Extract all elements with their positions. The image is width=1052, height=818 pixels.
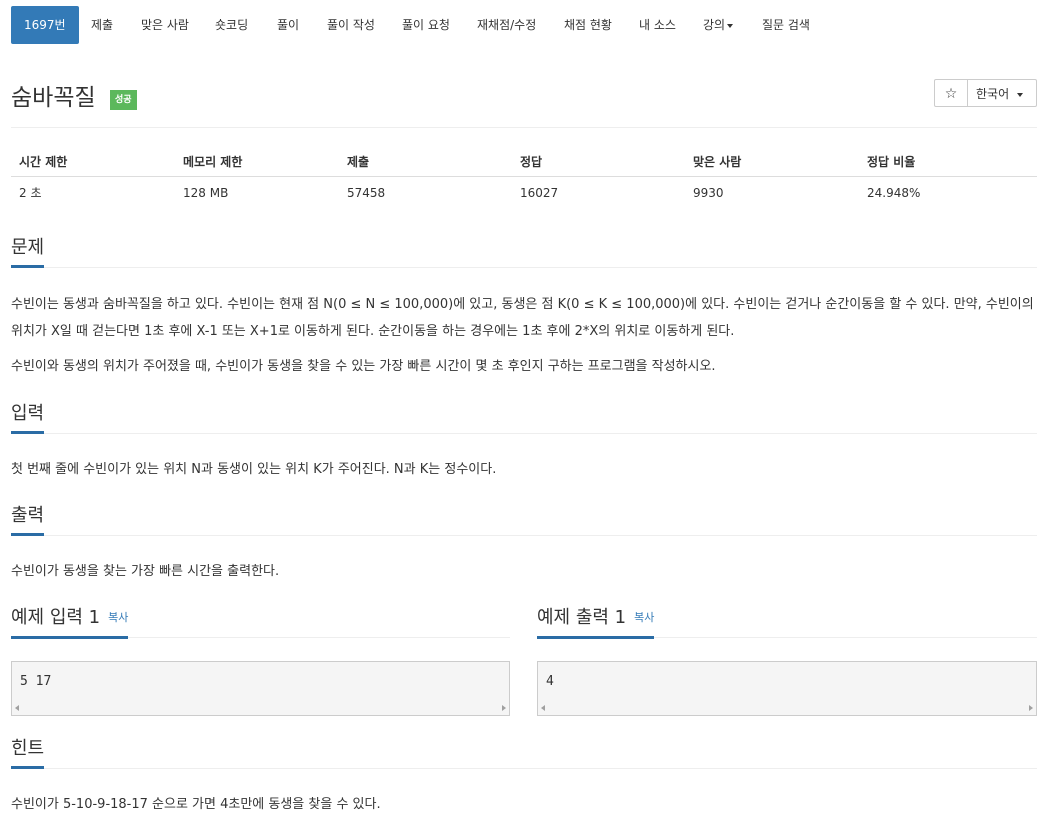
- sample-input-box[interactable]: 5 17: [11, 661, 510, 716]
- nav-write-solution[interactable]: 풀이 작성: [327, 6, 375, 44]
- copy-input-button[interactable]: 복사: [108, 611, 128, 624]
- sample-output-title: 예제 출력 1: [537, 607, 627, 628]
- star-button[interactable]: ☆: [934, 79, 968, 107]
- cell-accepted: 16027: [520, 185, 559, 200]
- hint-heading: 힌트: [11, 738, 45, 769]
- input-heading: 입력: [11, 403, 45, 434]
- nav-problem-number[interactable]: 1697번: [11, 6, 79, 44]
- header-accept-ratio: 정답 비율: [859, 146, 1037, 177]
- cell-submissions: 57458: [347, 185, 386, 200]
- status-badge: 성공: [110, 90, 137, 110]
- cell-accept-ratio: 24.948%: [867, 185, 921, 200]
- chevron-down-icon: [1017, 92, 1024, 97]
- sample-input-title: 예제 입력 1: [11, 607, 101, 628]
- horizontal-scrollbar[interactable]: [12, 703, 509, 715]
- header-accepted-users: 맞은 사람: [685, 146, 859, 177]
- sample-output-box[interactable]: 4: [537, 661, 1037, 716]
- header-time-limit: 시간 제한: [11, 146, 175, 177]
- language-dropdown[interactable]: 한국어: [968, 79, 1037, 107]
- chevron-down-icon: [727, 23, 734, 28]
- cell-accepted-users: 9930: [693, 185, 724, 200]
- section-divider: [11, 267, 1037, 268]
- section-divider: [11, 433, 1037, 434]
- nav-status[interactable]: 채점 현황: [564, 6, 612, 44]
- nav-lectures-dropdown[interactable]: 강의: [703, 6, 734, 44]
- section-divider: [11, 535, 1037, 536]
- horizontal-scrollbar[interactable]: [538, 703, 1036, 715]
- problem-heading: 문제: [11, 237, 45, 268]
- nav-submit[interactable]: 제출: [91, 6, 113, 44]
- header-memory-limit: 메모리 제한: [175, 146, 339, 177]
- scroll-right-icon[interactable]: [1029, 705, 1033, 711]
- sample-input-text: 5 17: [20, 674, 52, 689]
- scroll-left-icon[interactable]: [15, 705, 19, 711]
- problem-description: 수빈이는 동생과 숨바꼭질을 하고 있다. 수빈이는 현재 점 N(0 ≤ N …: [11, 297, 1034, 339]
- nav-question-search[interactable]: 질문 검색: [762, 6, 810, 44]
- problem-title: 숨바꼭질: [11, 85, 96, 111]
- problem-description-2: 수빈이와 동생의 위치가 주어졌을 때, 수빈이가 동생을 찾을 수 있는 가장…: [11, 359, 716, 374]
- sample-output-heading: 예제 출력 1 복사: [537, 607, 655, 639]
- sample-output-text: 4: [546, 674, 554, 689]
- scroll-left-icon[interactable]: [541, 705, 545, 711]
- scroll-right-icon[interactable]: [502, 705, 506, 711]
- nav-short-coding[interactable]: 숏코딩: [215, 6, 248, 44]
- nav-rejudge[interactable]: 재채점/수정: [477, 6, 536, 44]
- star-icon: ☆: [944, 86, 958, 102]
- output-heading: 출력: [11, 505, 45, 536]
- output-description: 수빈이가 동생을 찾는 가장 빠른 시간을 출력한다.: [11, 564, 280, 579]
- cell-time-limit: 2 초: [19, 186, 42, 200]
- nav-accepted-users[interactable]: 맞은 사람: [141, 6, 189, 44]
- language-label: 한국어: [976, 87, 1010, 101]
- divider: [11, 127, 1037, 128]
- table-header-row: 시간 제한 메모리 제한 제출 정답 맞은 사람 정답 비율: [11, 146, 1037, 177]
- header-accepted: 정답: [512, 146, 685, 177]
- nav-solutions[interactable]: 풀이: [277, 6, 299, 44]
- copy-output-button[interactable]: 복사: [634, 611, 654, 624]
- header-submissions: 제출: [339, 146, 512, 177]
- section-divider: [11, 768, 1037, 769]
- hint-text: 수빈이가 5-10-9-18-17 순으로 가면 4초만에 동생을 찾을 수 있…: [11, 797, 381, 812]
- cell-memory-limit: 128 MB: [183, 185, 229, 200]
- sample-input-heading: 예제 입력 1 복사: [11, 607, 129, 639]
- nav-request-solution[interactable]: 풀이 요청: [402, 6, 450, 44]
- nav-lectures-label: 강의: [703, 18, 726, 32]
- nav-my-source[interactable]: 내 소스: [639, 6, 676, 44]
- input-description: 첫 번째 줄에 수빈이가 있는 위치 N과 동생이 있는 위치 K가 주어진다.…: [11, 462, 497, 477]
- table-row: 2 초 128 MB 57458 16027 9930 24.948%: [11, 177, 1037, 209]
- problem-info-table: 시간 제한 메모리 제한 제출 정답 맞은 사람 정답 비율 2 초 128 M…: [11, 146, 1037, 208]
